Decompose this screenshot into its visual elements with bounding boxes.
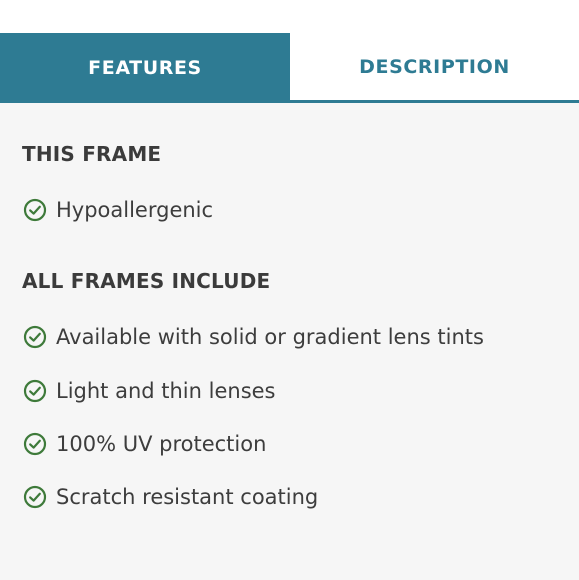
tab-bar: FEATURES DESCRIPTION: [0, 33, 579, 103]
check-circle-icon: [23, 432, 47, 456]
check-circle-icon: [23, 198, 47, 222]
feature-item: Hypoallergenic: [23, 196, 213, 224]
feature-item: 100% UV protection: [23, 430, 266, 458]
feature-label: Hypoallergenic: [56, 198, 214, 222]
feature-label: Available with solid or gradient lens ti…: [56, 325, 484, 349]
check-circle-icon: [23, 325, 47, 349]
feature-item: Scratch resistant coating: [23, 483, 318, 511]
check-circle-icon: [23, 379, 47, 403]
feature-label: 100% UV protection: [56, 432, 267, 456]
feature-label: Light and thin lenses: [56, 379, 276, 403]
top-spacer: [0, 0, 579, 33]
all-frames-heading: ALL FRAMES INCLUDE: [22, 269, 271, 293]
check-circle-icon: [23, 485, 47, 509]
feature-label: Scratch resistant coating: [56, 485, 319, 509]
feature-item: Available with solid or gradient lens ti…: [23, 323, 484, 351]
feature-item: Light and thin lenses: [23, 377, 276, 405]
tab-features[interactable]: FEATURES: [0, 33, 290, 103]
this-frame-heading: THIS FRAME: [22, 142, 162, 166]
tab-description[interactable]: DESCRIPTION: [290, 33, 579, 103]
features-panel: THIS FRAME Hypoallergenic ALL FRAMES INC…: [0, 103, 579, 580]
